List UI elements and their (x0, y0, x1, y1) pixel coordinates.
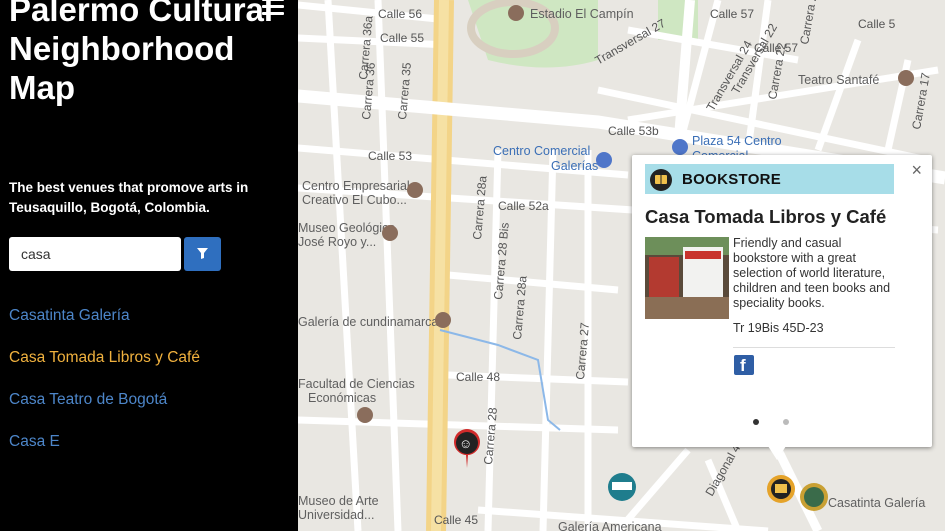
venue-item-casa-tomada[interactable]: Casa Tomada Libros y Café (9, 348, 200, 390)
venue-list: Casatinta Galería Casa Tomada Libros y C… (9, 306, 200, 474)
facebook-icon[interactable]: f (734, 355, 754, 375)
filter-button[interactable] (184, 237, 221, 271)
close-icon[interactable]: × (911, 161, 922, 179)
info-window-tail (768, 446, 786, 460)
info-window: × BOOKSTORE Casa Tomada Libros y Café Fr… (632, 155, 932, 447)
category-header: BOOKSTORE (645, 164, 894, 194)
svg-text:Calle 53: Calle 53 (368, 149, 412, 163)
svg-text:Creativo El Cubo...: Creativo El Cubo... (302, 193, 407, 207)
venue-item-casa-e[interactable]: Casa E (9, 432, 200, 474)
sidebar: Palermo Cultural Neighborhood Map The be… (0, 0, 298, 531)
filter-icon (197, 248, 208, 259)
venue-photo (645, 237, 729, 319)
venue-title: Casa Tomada Libros y Café (645, 206, 887, 227)
venue-item-casa-teatro[interactable]: Casa Teatro de Bogotá (9, 390, 200, 432)
svg-text:Calle 56: Calle 56 (378, 7, 422, 21)
svg-text:Facultad de Ciencias: Facultad de Ciencias (298, 377, 415, 391)
svg-text:Teatro Santafé: Teatro Santafé (798, 73, 879, 87)
svg-text:Galería Americana: Galería Americana (558, 520, 662, 531)
svg-text:Galerías: Galerías (551, 159, 598, 173)
gallery-marker-icon (800, 483, 828, 511)
svg-text:Calle 55: Calle 55 (380, 31, 424, 45)
svg-text:☺: ☺ (459, 436, 472, 451)
svg-text:Calle 45: Calle 45 (434, 513, 478, 527)
venue-item-casatinta[interactable]: Casatinta Galería (9, 306, 200, 348)
svg-text:Estadio El Campín: Estadio El Campín (530, 7, 634, 21)
svg-text:Centro Empresarial: Centro Empresarial (302, 179, 410, 193)
book-icon (650, 169, 672, 191)
app-subtitle: The best venues that promove arts in Teu… (9, 180, 249, 215)
svg-text:Casatinta Galería: Casatinta Galería (828, 496, 925, 510)
svg-text:Plaza 54 Centro: Plaza 54 Centro (692, 134, 782, 148)
bookstore-marker-icon (767, 475, 795, 503)
venue-address: Tr 19Bis 45D-23 (733, 321, 824, 335)
app-title: Palermo Cultural Neighborhood Map (9, 0, 274, 106)
category-label: BOOKSTORE (682, 171, 782, 188)
svg-text:Centro Comercial: Centro Comercial (493, 144, 590, 158)
svg-text:Museo de Arte: Museo de Arte (298, 494, 379, 508)
svg-text:Universidad...: Universidad... (298, 508, 374, 522)
carousel-dot-1[interactable] (753, 419, 759, 425)
svg-text:Económicas: Económicas (308, 391, 376, 405)
venue-description: Friendly and casual bookstore with a gre… (733, 236, 891, 310)
svg-text:Calle 52a: Calle 52a (498, 199, 549, 213)
music-marker-icon (608, 473, 636, 501)
divider (733, 347, 895, 348)
svg-text:Calle 48: Calle 48 (456, 370, 500, 384)
svg-text:Calle 5: Calle 5 (858, 17, 896, 31)
search-input[interactable] (9, 237, 181, 271)
svg-text:José Royo y...: José Royo y... (298, 235, 376, 249)
svg-text:Calle 53b: Calle 53b (608, 124, 659, 138)
svg-text:Galería de cundinamarca: Galería de cundinamarca (298, 315, 438, 329)
carousel-dot-2[interactable] (783, 419, 789, 425)
svg-text:Calle 57: Calle 57 (710, 7, 754, 21)
svg-text:Museo Geológico: Museo Geológico (298, 221, 395, 235)
